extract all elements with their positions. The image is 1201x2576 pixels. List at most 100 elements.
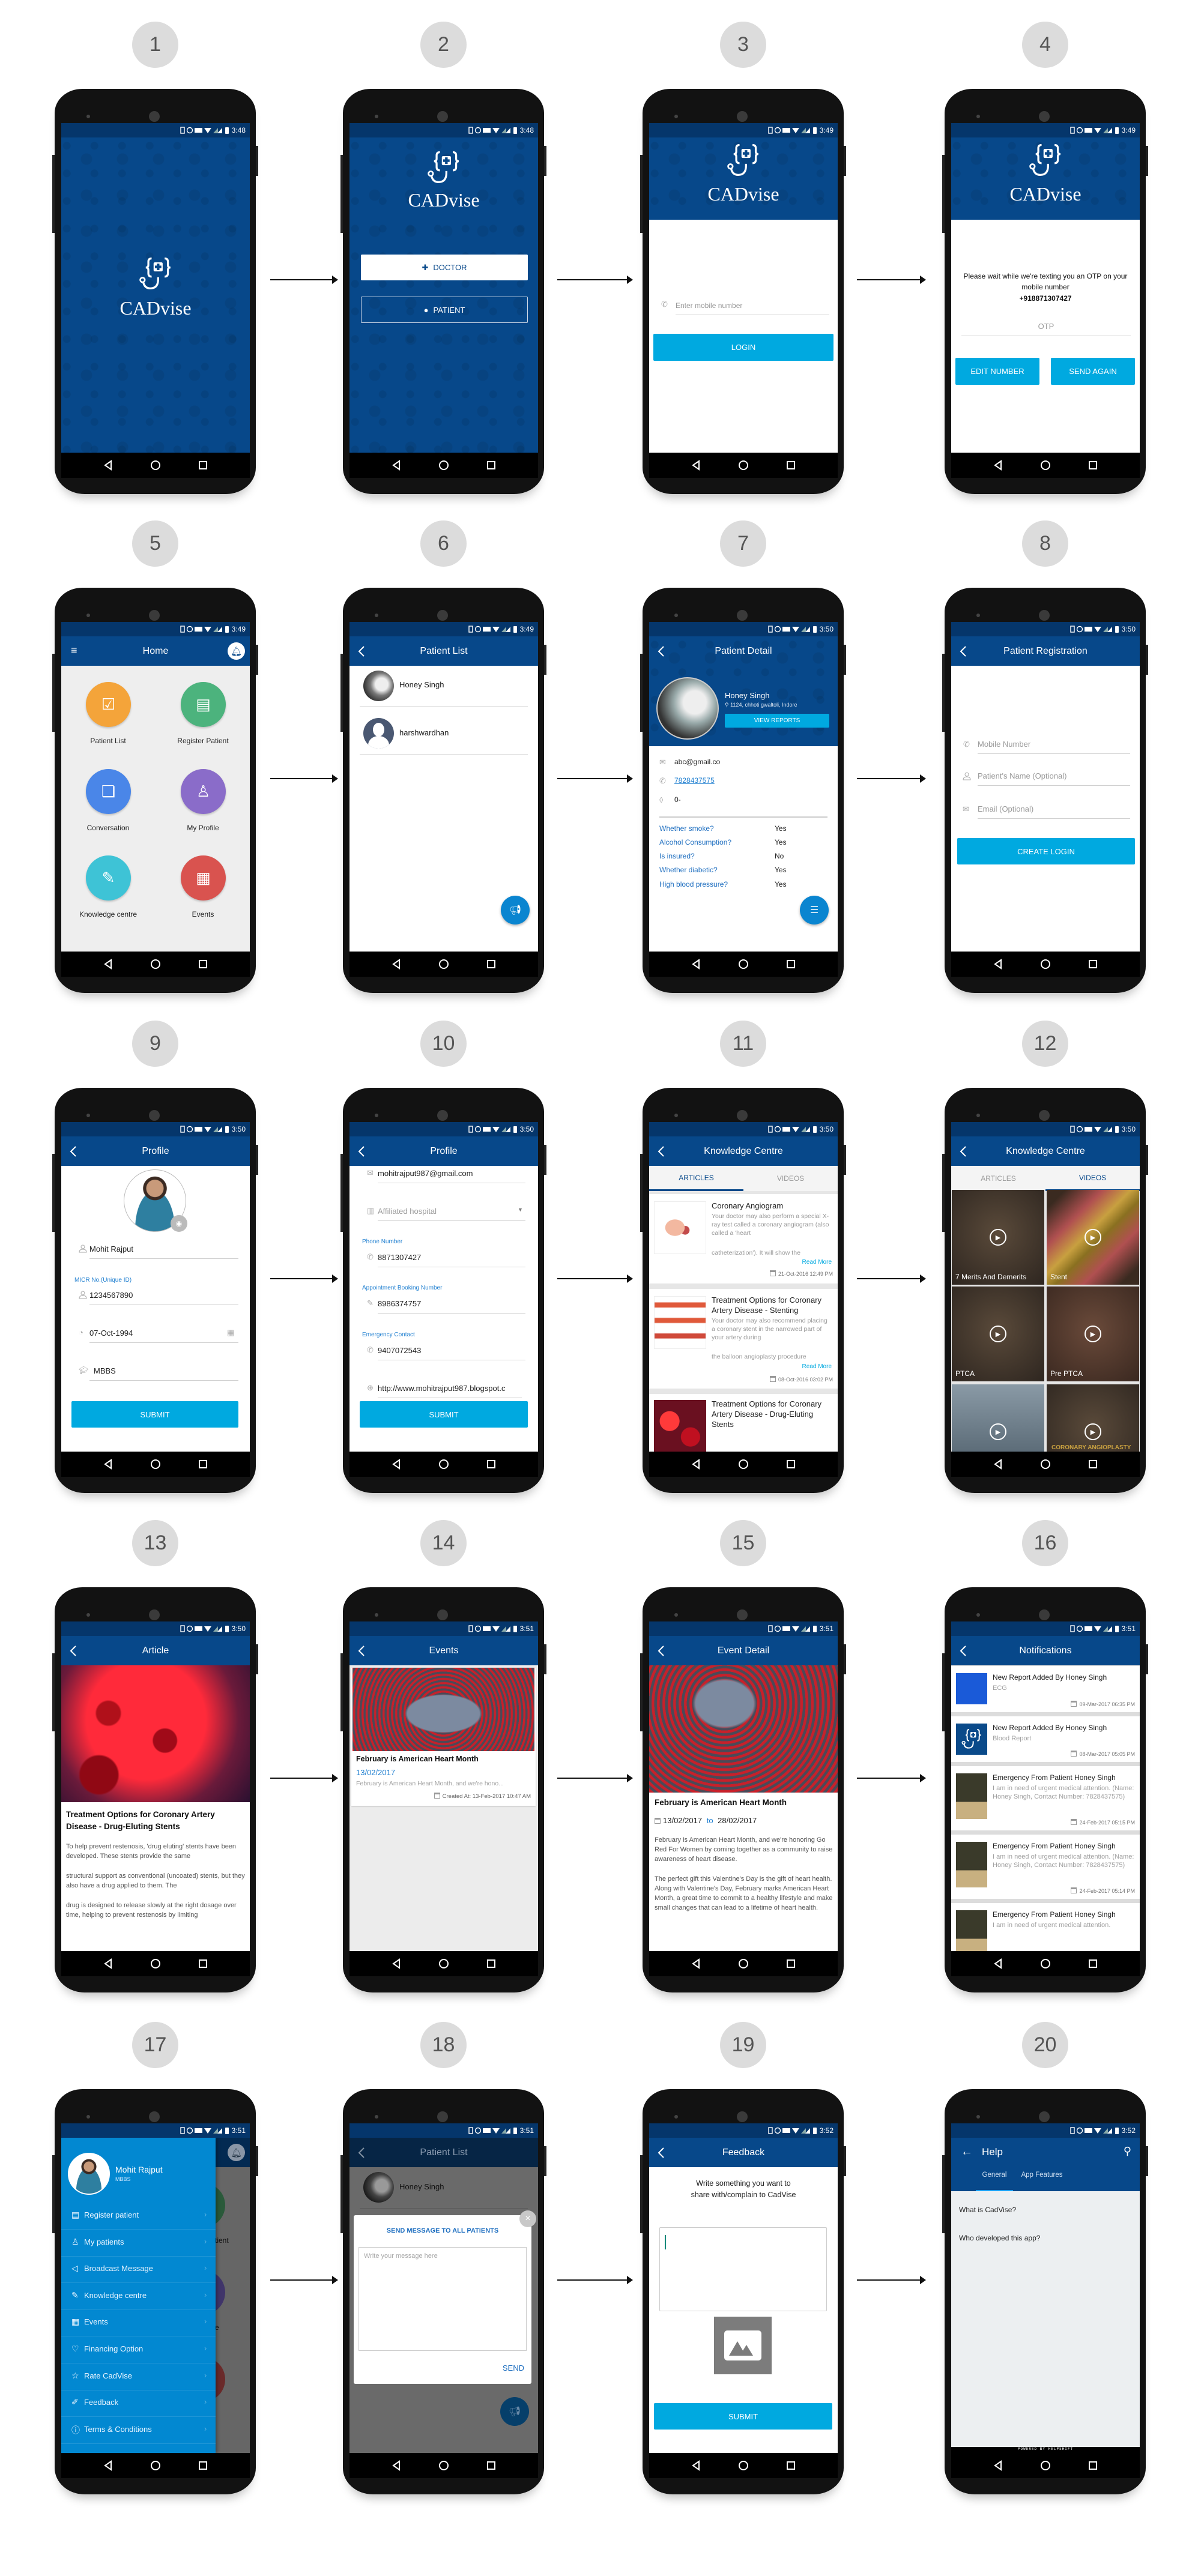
back-arrow-icon[interactable]: ← — [961, 2145, 973, 2159]
home-nav-icon[interactable] — [1040, 1958, 1051, 1969]
home-tile-knowledge-centre[interactable]: ✎ — [86, 855, 131, 900]
home-nav-icon[interactable] — [738, 959, 749, 970]
read-more-link[interactable]: Read More — [802, 1259, 832, 1265]
home-tile-patient-list[interactable]: ☑ — [86, 682, 131, 727]
mobile-number-input[interactable]: Enter mobile number — [676, 300, 829, 315]
back-nav-icon[interactable] — [993, 1958, 1003, 1969]
submit-button[interactable]: SUBMIT — [360, 1401, 528, 1428]
video-tile[interactable]: ▶ 7 Merits And Demerits — [952, 1190, 1044, 1285]
recents-nav-icon[interactable] — [486, 1459, 496, 1469]
drawer-item-broadcast-message[interactable]: ◁ Broadcast Message › — [61, 2256, 216, 2284]
back-nav-icon[interactable] — [103, 1459, 113, 1470]
emergency-field[interactable]: 9407072543 — [378, 1345, 525, 1360]
recents-nav-icon[interactable] — [786, 2461, 796, 2470]
back-nav-icon[interactable] — [392, 460, 401, 471]
article-card[interactable]: Coronary Angiogram Your doctor may also … — [649, 1194, 838, 1283]
back-nav-icon[interactable] — [103, 959, 113, 970]
back-nav-icon[interactable] — [392, 2460, 401, 2471]
home-nav-icon[interactable] — [738, 1459, 749, 1470]
micr-field[interactable]: 1234567890 — [89, 1290, 238, 1305]
back-nav-icon[interactable] — [103, 460, 113, 471]
patient-row[interactable]: Honey Singh — [349, 666, 538, 707]
hamburger-menu-icon[interactable]: ≡ — [71, 644, 77, 657]
send-again-button[interactable]: SEND AGAIN — [1051, 358, 1135, 385]
home-nav-icon[interactable] — [438, 2460, 449, 2471]
home-nav-icon[interactable] — [438, 1459, 449, 1470]
attach-image-button[interactable] — [714, 2317, 772, 2374]
dob-field[interactable]: 07-Oct-1994 — [89, 1327, 238, 1343]
back-arrow-icon[interactable] — [658, 645, 665, 657]
back-nav-icon[interactable] — [993, 2460, 1003, 2471]
recents-nav-icon[interactable] — [1088, 1459, 1098, 1469]
home-tile-my-profile[interactable]: ♙ — [181, 769, 226, 814]
back-arrow-icon[interactable] — [658, 1645, 665, 1657]
recents-nav-icon[interactable] — [198, 2461, 208, 2470]
home-tile-events[interactable]: ▦ — [181, 855, 226, 900]
home-nav-icon[interactable] — [438, 1958, 449, 1969]
home-nav-icon[interactable] — [738, 2460, 749, 2471]
create-login-button[interactable]: CREATE LOGIN — [957, 838, 1135, 864]
drawer-item-financing-option[interactable]: ♡ Financing Option › — [61, 2336, 216, 2363]
notification-item[interactable]: Emergency From Patient Honey Singh I am i… — [951, 1835, 1140, 1899]
home-nav-icon[interactable] — [150, 2460, 161, 2471]
message-textarea[interactable]: Write your message here — [358, 2247, 527, 2351]
drawer-item-knowledge-centre[interactable]: ✎ Knowledge centre › — [61, 2283, 216, 2310]
camera-icon[interactable]: ◉ — [171, 1215, 187, 1232]
faq-item[interactable]: Who developed this app? — [959, 2234, 1040, 2242]
doctor-button[interactable]: ✚ DOCTOR — [361, 255, 528, 280]
video-tile[interactable]: ▶ — [952, 1384, 1044, 1452]
view-reports-button[interactable]: VIEW REPORTS — [725, 714, 829, 728]
close-dialog-icon[interactable]: × — [519, 2210, 536, 2227]
article-card[interactable]: Treatment Options for Coronary Artery Di… — [649, 1394, 838, 1452]
edit-number-button[interactable]: EDIT NUMBER — [955, 358, 1039, 385]
home-tile-register-patient[interactable]: ▤ — [181, 682, 226, 727]
calendar-icon[interactable]: ▦ — [227, 1328, 234, 1338]
patient-row[interactable]: harshwardhan — [349, 707, 538, 755]
home-nav-icon[interactable] — [1040, 2460, 1051, 2471]
degree-field[interactable]: MBBS — [89, 1365, 238, 1381]
home-tile-conversation[interactable]: ❏ — [86, 769, 131, 814]
notification-bell-icon[interactable]: 🔔︎ — [228, 642, 245, 660]
recents-nav-icon[interactable] — [786, 959, 796, 969]
back-nav-icon[interactable] — [691, 1459, 701, 1470]
recents-nav-icon[interactable] — [786, 1459, 796, 1469]
email-field[interactable]: mohitrajput987@gmail.com — [378, 1168, 525, 1183]
back-nav-icon[interactable] — [993, 1459, 1003, 1470]
otp-input[interactable]: OTP — [961, 321, 1131, 336]
tab-articles[interactable]: ARTICLES — [951, 1166, 1045, 1191]
back-arrow-icon[interactable] — [70, 1145, 77, 1157]
name-field[interactable]: Mohit Rajput — [89, 1243, 238, 1259]
feedback-textarea[interactable] — [659, 2227, 827, 2311]
patient-name-input[interactable]: Patient's Name (Optional) — [978, 770, 1130, 786]
video-tile[interactable]: ▶ PTCA — [952, 1286, 1044, 1381]
phone-field[interactable]: 8871307427 — [378, 1252, 525, 1267]
recents-nav-icon[interactable] — [1088, 460, 1098, 470]
login-button[interactable]: LOGIN — [653, 334, 833, 361]
video-tile[interactable]: ▶ CORONARY ANGIOPLASTY — [1047, 1384, 1139, 1452]
back-nav-icon[interactable] — [392, 1459, 401, 1470]
back-nav-icon[interactable] — [691, 460, 701, 471]
home-nav-icon[interactable] — [150, 1958, 161, 1969]
back-nav-icon[interactable] — [993, 959, 1003, 970]
back-nav-icon[interactable] — [103, 1958, 113, 1969]
notification-item[interactable]: New Report Added By Honey Singh ECG 09-Mar… — [951, 1666, 1140, 1712]
read-more-link[interactable]: Read More — [802, 1363, 832, 1370]
back-arrow-icon[interactable] — [960, 1645, 967, 1657]
recents-nav-icon[interactable] — [486, 1959, 496, 1968]
recents-nav-icon[interactable] — [486, 460, 496, 470]
home-nav-icon[interactable] — [150, 460, 161, 471]
notification-item[interactable]: Emergency From Patient Honey Singh I am i… — [951, 1766, 1140, 1830]
video-tile[interactable]: ▶ Stent — [1047, 1190, 1139, 1285]
back-nav-icon[interactable] — [392, 1958, 401, 1969]
drawer-item-events[interactable]: ▦ Events › — [61, 2309, 216, 2337]
back-arrow-icon[interactable] — [358, 1645, 365, 1657]
back-arrow-icon[interactable] — [960, 1145, 967, 1157]
home-nav-icon[interactable] — [438, 460, 449, 471]
patient-phone-link[interactable]: 7828437575 — [674, 776, 715, 785]
tab-articles[interactable]: ARTICLES — [649, 1166, 743, 1191]
recents-nav-icon[interactable] — [486, 2461, 496, 2470]
dropdown-arrow-icon[interactable]: ▼ — [518, 1207, 523, 1213]
back-arrow-icon[interactable] — [960, 645, 967, 657]
submit-button[interactable]: SUBMIT — [654, 2403, 832, 2430]
recents-nav-icon[interactable] — [486, 959, 496, 969]
